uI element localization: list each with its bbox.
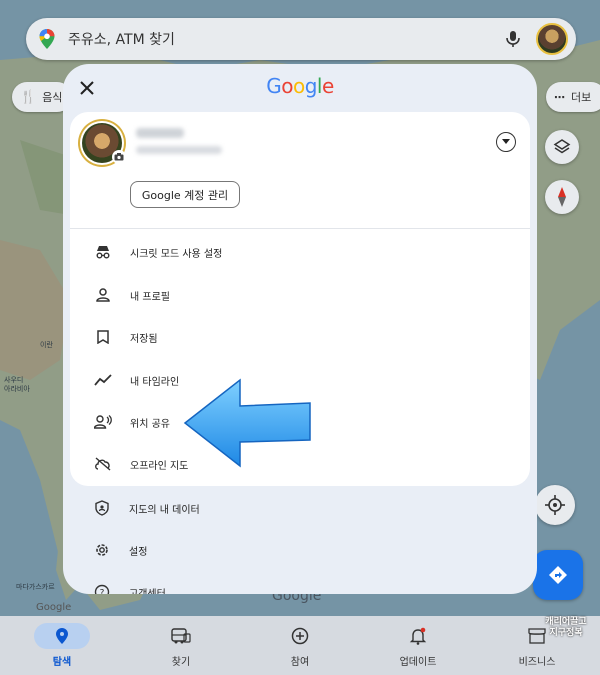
chevron-down-icon	[502, 139, 510, 144]
chip-restaurants-label: 음식	[42, 91, 63, 104]
menu-item-saved-label: 저장됨	[130, 333, 158, 345]
cloud-off-icon	[94, 455, 112, 473]
incognito-icon	[94, 243, 112, 261]
menu-item-saved[interactable]: 저장됨	[70, 317, 530, 357]
nav-updates[interactable]: 업데이트	[390, 616, 446, 675]
menu-item-incognito[interactable]: 시크릿 모드 사용 설정	[70, 232, 530, 272]
person-icon	[94, 286, 112, 304]
menu-item-settings[interactable]: 설정	[63, 530, 537, 570]
more-dots-icon: ⋯	[554, 90, 565, 104]
layers-button[interactable]	[545, 130, 579, 164]
timeline-icon	[94, 371, 112, 389]
nav-go[interactable]: 찾기	[153, 616, 209, 675]
menu-item-my-data[interactable]: 지도의 내 데이터	[63, 488, 537, 528]
menu-item-my-data-label: 지도의 내 데이터	[129, 504, 200, 516]
dialog-header: Google	[63, 64, 537, 112]
google-logo: Google	[266, 74, 334, 98]
menu-item-settings-label: 설정	[129, 546, 148, 558]
map-label-madagascar: 마다가스카르	[16, 583, 55, 591]
bookmark-icon	[94, 328, 112, 346]
nav-go-label: 찾기	[171, 657, 191, 668]
location-pin-icon	[34, 623, 90, 649]
search-input[interactable]: 주유소, ATM 찾기	[68, 29, 504, 49]
account-section: Google 계정 관리	[70, 112, 530, 229]
account-name-blurred	[136, 128, 184, 138]
highlight-arrow	[183, 378, 311, 468]
compass-button[interactable]	[545, 180, 579, 214]
map-label-saudi: 사우디 아라비아	[4, 376, 30, 393]
svg-text:?: ?	[100, 589, 105, 595]
menu-item-location-sharing-label: 위치 공유	[130, 418, 170, 430]
plus-circle-icon	[272, 623, 328, 649]
menu-item-incognito-label: 시크릿 모드 사용 설정	[130, 248, 223, 260]
gear-icon	[93, 541, 111, 559]
layers-icon	[553, 139, 571, 154]
directions-icon	[549, 566, 567, 584]
nav-explore[interactable]: 탐색	[34, 616, 90, 675]
nav-business-label: 비즈니스	[518, 657, 556, 668]
account-switcher-button[interactable]	[496, 132, 516, 152]
menu-item-timeline-label: 내 타임라인	[130, 376, 180, 388]
location-sharing-icon	[94, 413, 112, 431]
menu-item-profile[interactable]: 내 프로필	[70, 275, 530, 315]
bottom-navigation: 탐색 찾기 참여 업데이트 비즈니스	[0, 616, 600, 675]
watermark-logo: 캐리어끌고 지구정복	[545, 617, 587, 638]
directions-button[interactable]	[533, 550, 583, 600]
chip-more[interactable]: ⋯ 더보	[546, 82, 600, 112]
chip-more-label: 더보	[571, 91, 592, 104]
nav-contribute[interactable]: 참여	[272, 616, 328, 675]
menu-item-help[interactable]: ? 고객센터	[63, 572, 537, 594]
bus-icon	[153, 623, 209, 649]
nav-updates-label: 업데이트	[399, 657, 437, 668]
nav-explore-label: 탐색	[52, 657, 72, 668]
compass-icon	[558, 187, 566, 207]
map-label-iran: 이란	[40, 341, 53, 349]
account-menu-dialog: Google Google 계정 관리 시크릿 모드 사용 설정 내 프로필 저…	[63, 64, 537, 594]
shield-icon	[93, 499, 111, 517]
crosshair-icon	[545, 495, 565, 515]
nav-contribute-label: 참여	[290, 657, 310, 668]
google-maps-pin-icon	[39, 29, 55, 49]
manage-account-button[interactable]: Google 계정 관리	[130, 181, 240, 208]
fork-knife-icon: 🍴	[20, 89, 37, 105]
map-google-watermark: Google	[36, 602, 72, 613]
profile-avatar-button[interactable]	[536, 23, 568, 55]
menu-item-help-label: 고객센터	[129, 588, 166, 595]
camera-icon[interactable]	[112, 150, 126, 164]
account-email-blurred	[136, 146, 222, 154]
my-location-button[interactable]	[535, 485, 575, 525]
search-bar[interactable]: 주유소, ATM 찾기	[26, 18, 576, 60]
menu-item-profile-label: 내 프로필	[130, 291, 170, 303]
help-icon: ?	[93, 583, 111, 594]
bell-icon	[390, 623, 446, 649]
microphone-icon[interactable]	[504, 30, 522, 48]
